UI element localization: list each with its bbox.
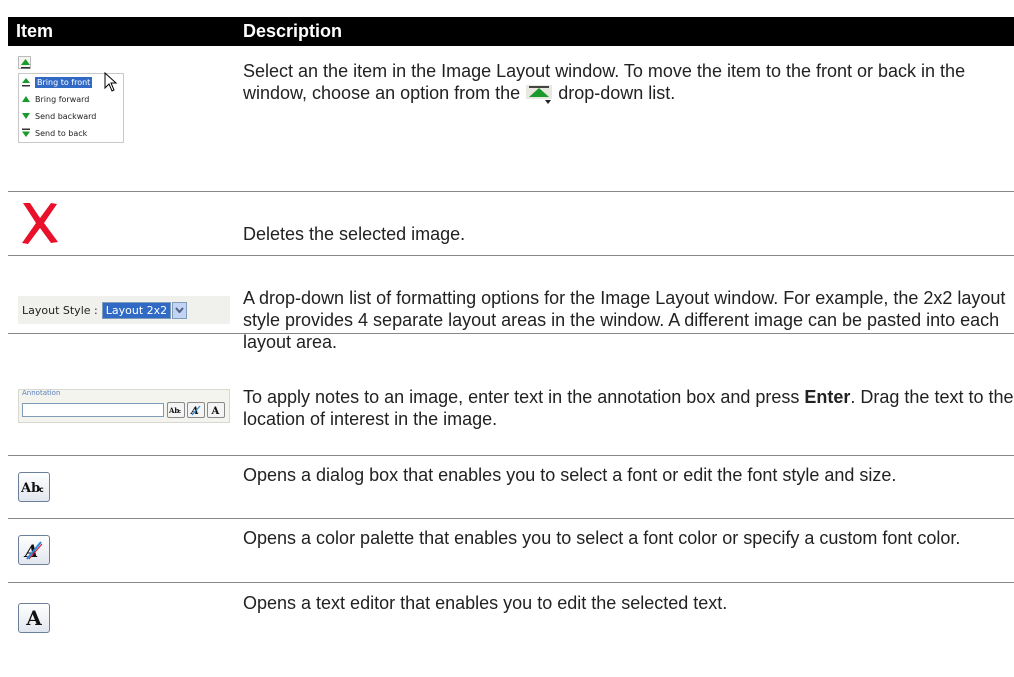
menu-item-label: Send to back [35,128,88,138]
row-description: Deletes the selected image. [243,224,466,244]
text-editor-icon: A [26,606,42,630]
annotation-input[interactable] [22,403,164,417]
row-description: Opens a color palette that enables you t… [243,528,961,548]
font-button-icon[interactable]: Ab c [167,402,185,418]
send-backward-icon [22,113,30,119]
header-description: Description [243,21,343,41]
table-row: A Opens a color palette that enables you… [8,519,1014,575]
z-order-dropdown-icon [526,85,553,104]
table-row: Annotation Abc A A To apply notes to an … [8,334,1014,429]
layout-style-value[interactable]: Layout 2x2 [101,301,172,319]
layout-style-label: Layout Style : [22,303,98,317]
annotation-legend: Annotation [22,389,61,397]
menu-item-send-to-back[interactable]: Send to back [21,126,121,140]
font-color-icon[interactable]: A [187,402,205,418]
table-row: A Opens a text editor that enables you t… [8,583,1014,663]
text-editor-button[interactable]: A [18,603,50,633]
svg-text:A: A [211,406,220,416]
row-description: To apply notes to an image, enter text i… [243,387,1014,429]
menu-item-bring-forward[interactable]: Bring forward [21,92,121,106]
row-description: Opens a text editor that enables you to … [243,593,728,613]
font-color-button[interactable]: A [18,535,50,565]
font-icon: Ab c [21,481,44,496]
send-to-back-icon [22,128,30,137]
menu-item-label: Send backward [35,111,97,121]
help-table: Item Description Bring to front Bring fo… [0,0,1014,677]
menu-item-label: Bring forward [35,94,90,104]
layout-style-select-preview: Layout Style : Layout 2x2 [18,296,230,324]
menu-item-label: Bring to front [35,76,93,88]
text-editor-icon[interactable]: A [207,402,225,418]
menu-item-send-backward[interactable]: Send backward [21,109,121,123]
table-row: Ab c Opens a dialog box that enables you… [8,456,1014,514]
delete-icon[interactable] [20,200,60,246]
annotation-box: Annotation Abc A A [18,389,230,423]
svg-text:c: c [178,409,181,415]
bring-to-front-icon [22,78,30,87]
font-dialog-button[interactable]: Ab c [18,472,50,502]
header-item: Item [16,21,54,41]
svg-text:A: A [190,406,199,416]
delete-control [20,200,60,251]
svg-text:Ab: Ab [21,481,40,496]
row-description: Select an the item in the Image Layout w… [243,61,966,104]
z-order-button[interactable] [18,56,31,69]
row-description: Opens a dialog box that enables you to s… [243,465,897,485]
table-row: Layout Style : Layout 2x2 A drop-down li… [8,256,1014,352]
table-header: Item Description [8,17,1014,46]
mouse-cursor-icon [104,72,118,92]
bring-forward-icon [22,96,30,102]
bring-to-front-icon [21,59,30,69]
svg-text:c: c [39,485,44,494]
enter-key-label: Enter [804,387,851,407]
table-row: Bring to front Bring forward Send backwa… [8,56,1014,186]
table-row: Deletes the selected image. [8,192,1014,256]
chevron-down-icon[interactable] [172,301,188,319]
font-color-icon: A [23,541,43,561]
